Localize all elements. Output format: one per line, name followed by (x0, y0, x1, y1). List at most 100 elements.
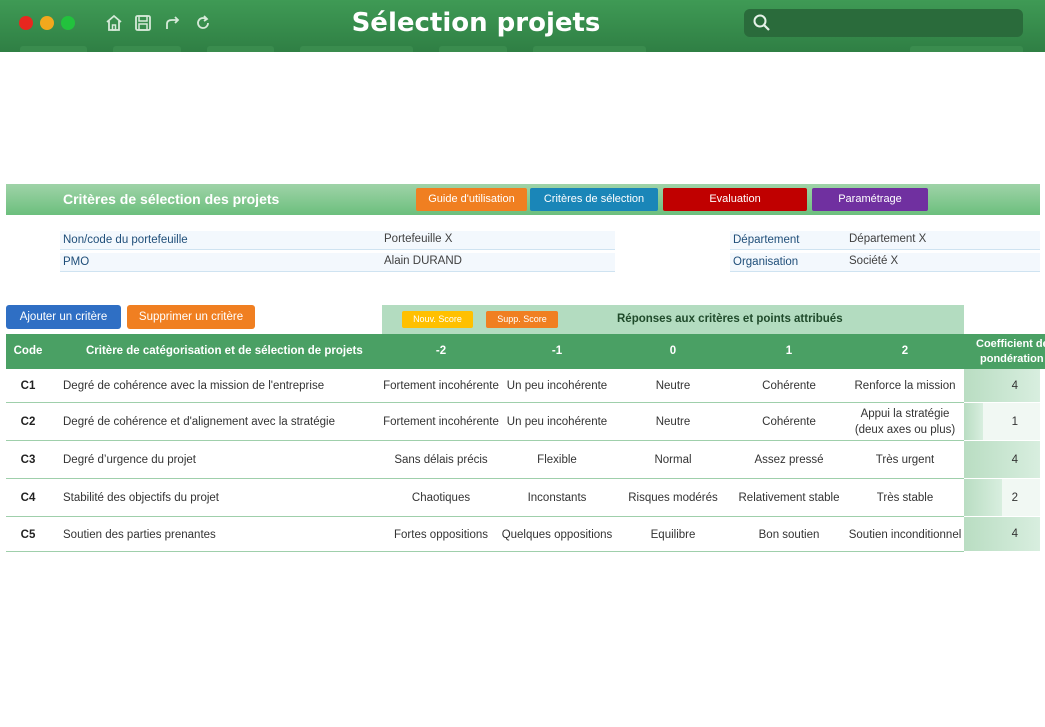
cell-criterion: Degré de cohérence avec la mission de l'… (63, 380, 325, 392)
delete-score-button[interactable]: Supp. Score (486, 311, 558, 328)
table-row: C3 Degré d’urgence du projet Sans délais p… (6, 441, 964, 479)
coefficient-bar (964, 403, 983, 440)
cell-score-zero[interactable]: Normal (615, 441, 731, 479)
add-criterion-button[interactable]: Ajouter un critère (6, 305, 121, 329)
cell-code: C2 (20, 416, 36, 428)
col-header-zero: 0 (669, 345, 677, 357)
new-score-button[interactable]: Nouv. Score (402, 311, 473, 328)
organisation-value[interactable]: Société X (849, 255, 898, 267)
cell-code: C3 (20, 454, 36, 466)
cell-score-zero[interactable]: Neutre (615, 369, 731, 403)
cell-score-minus2[interactable]: Fortement incohérente (383, 403, 499, 441)
cell-criterion: Soutien des parties prenantes (63, 528, 216, 541)
organisation-row: Organisation Société X (730, 253, 1040, 272)
cell-score-minus1[interactable]: Flexible (499, 441, 615, 479)
page-title: Critères de sélection des projets (63, 191, 280, 207)
coefficient-cell[interactable]: 4 (964, 369, 1040, 402)
department-label: Département (733, 234, 800, 246)
pmo-label: PMO (63, 256, 90, 268)
cell-score-minus1[interactable]: Un peu incohérente (499, 369, 615, 403)
tab-stub-4[interactable] (300, 46, 413, 52)
header-band: Critères de sélection des projets Guide … (6, 184, 1040, 215)
coef-header-line1: Coefficient de (976, 338, 1045, 350)
coefficient-cell[interactable]: 2 (964, 479, 1040, 516)
coefficient-value: 2 (1011, 491, 1018, 504)
col-header-minus2: -2 (435, 345, 447, 357)
coefficient-cell[interactable]: 1 (964, 403, 1040, 440)
tab-stub-6[interactable] (533, 46, 646, 52)
tab-stub-3[interactable] (207, 46, 274, 52)
cell-score-plus2[interactable]: Très urgent (847, 441, 963, 479)
col-header-code: Code (13, 345, 43, 357)
cell-score-zero[interactable]: Risques modérés (615, 479, 731, 517)
cell-score-minus1[interactable]: Quelques oppositions (499, 517, 615, 552)
coefficient-bar (964, 517, 1040, 551)
cell-score-plus2[interactable]: Appui la stratégie (deux axes ou plus) (847, 403, 963, 441)
table-header: Code Critère de catégorisation et de sél… (6, 334, 964, 369)
responses-band: Nouv. Score Supp. Score Réponses aux cri… (382, 305, 964, 334)
coefficient-cell[interactable]: 4 (964, 441, 1040, 478)
cell-score-plus2[interactable]: Très stable (847, 479, 963, 517)
cell-score-zero[interactable]: Equilibre (615, 517, 731, 552)
cell-score-plus1[interactable]: Assez pressé (731, 441, 847, 479)
search-icon (753, 14, 770, 31)
tab-stub-2[interactable] (113, 46, 181, 52)
evaluation-button[interactable]: Evaluation (663, 188, 807, 211)
col-header-criterion: Critère de catégorisation et de sélectio… (86, 345, 363, 357)
department-row: Département Département X (730, 231, 1040, 250)
table-row: C4 Stabilité des objectifs du projet Chaot… (6, 479, 964, 517)
coefficient-value: 4 (1011, 379, 1018, 392)
cell-score-plus2[interactable]: Soutien inconditionnel (847, 517, 963, 552)
coefficient-value: 1 (1011, 415, 1018, 428)
cell-score-minus1[interactable]: Un peu incohérente (499, 403, 615, 441)
cell-score-plus1[interactable]: Cohérente (731, 403, 847, 441)
portfolio-label: Non/code du portefeuille (63, 234, 188, 246)
window-titlebar: Sélection projets (0, 0, 1045, 52)
tab-stub-1[interactable] (20, 46, 87, 52)
cell-score-minus2[interactable]: Sans délais précis (383, 441, 499, 479)
cell-score-minus2[interactable]: Fortement incohérente (383, 369, 499, 403)
tab-stub-5[interactable] (439, 46, 507, 52)
cell-criterion: Degré d’urgence du projet (63, 454, 196, 466)
cell-code: C4 (20, 492, 36, 504)
cell-score-minus2[interactable]: Fortes oppositions (383, 517, 499, 552)
col-header-minus1: -1 (551, 345, 563, 357)
cell-score-plus1[interactable]: Bon soutien (731, 517, 847, 552)
cell-score-minus2[interactable]: Chaotiques (383, 479, 499, 517)
table-row: C2 Degré de cohérence et d'alignement ave… (6, 403, 964, 441)
col-header-plus1: 1 (785, 345, 793, 357)
cell-score-plus1[interactable]: Relativement stable (731, 479, 847, 517)
col-header-plus2: 2 (901, 345, 909, 357)
coefficient-value: 4 (1011, 528, 1018, 540)
coefficient-cell[interactable]: 4 (964, 517, 1040, 551)
department-value[interactable]: Département X (849, 233, 926, 245)
responses-title: Réponses aux critères et points attribué… (617, 313, 843, 325)
cell-criterion: Stabilité des objectifs du projet (63, 492, 219, 504)
guide-button[interactable]: Guide d'utilisation (416, 188, 527, 211)
cell-score-zero[interactable]: Neutre (615, 403, 731, 441)
coefficient-bar (964, 369, 1040, 402)
cell-criterion: Degré de cohérence et d'alignement avec … (63, 416, 335, 428)
table-row: C1 Degré de cohérence avec la mission de … (6, 369, 964, 403)
cell-score-plus1[interactable]: Cohérente (731, 369, 847, 403)
coef-header-line2: pondération (980, 353, 1044, 365)
col-header-coefficient: Coefficient de pondération (964, 334, 1045, 369)
tab-stub-7[interactable] (910, 46, 1023, 52)
cell-score-minus1[interactable]: Inconstants (499, 479, 615, 517)
organisation-label: Organisation (733, 256, 799, 268)
cell-code: C1 (20, 380, 36, 392)
search-input[interactable] (744, 9, 1023, 37)
portfolio-row: Non/code du portefeuille Portefeuille X (60, 231, 615, 250)
cell-code: C5 (20, 528, 36, 541)
pmo-value[interactable]: Alain DURAND (384, 255, 462, 267)
portfolio-value[interactable]: Portefeuille X (384, 233, 452, 245)
table-row: C5 Soutien des parties prenantes Fortes op… (6, 517, 964, 552)
criteria-button[interactable]: Critères de sélection (530, 188, 658, 211)
coefficient-value: 4 (1011, 453, 1018, 466)
pmo-row: PMO Alain DURAND (60, 253, 615, 272)
coefficient-bar (964, 479, 1002, 516)
coefficient-bar (964, 441, 1040, 478)
remove-criterion-button[interactable]: Supprimer un critère (127, 305, 255, 329)
cell-score-plus2[interactable]: Renforce la mission (847, 369, 963, 403)
settings-button[interactable]: Paramétrage (812, 188, 928, 211)
